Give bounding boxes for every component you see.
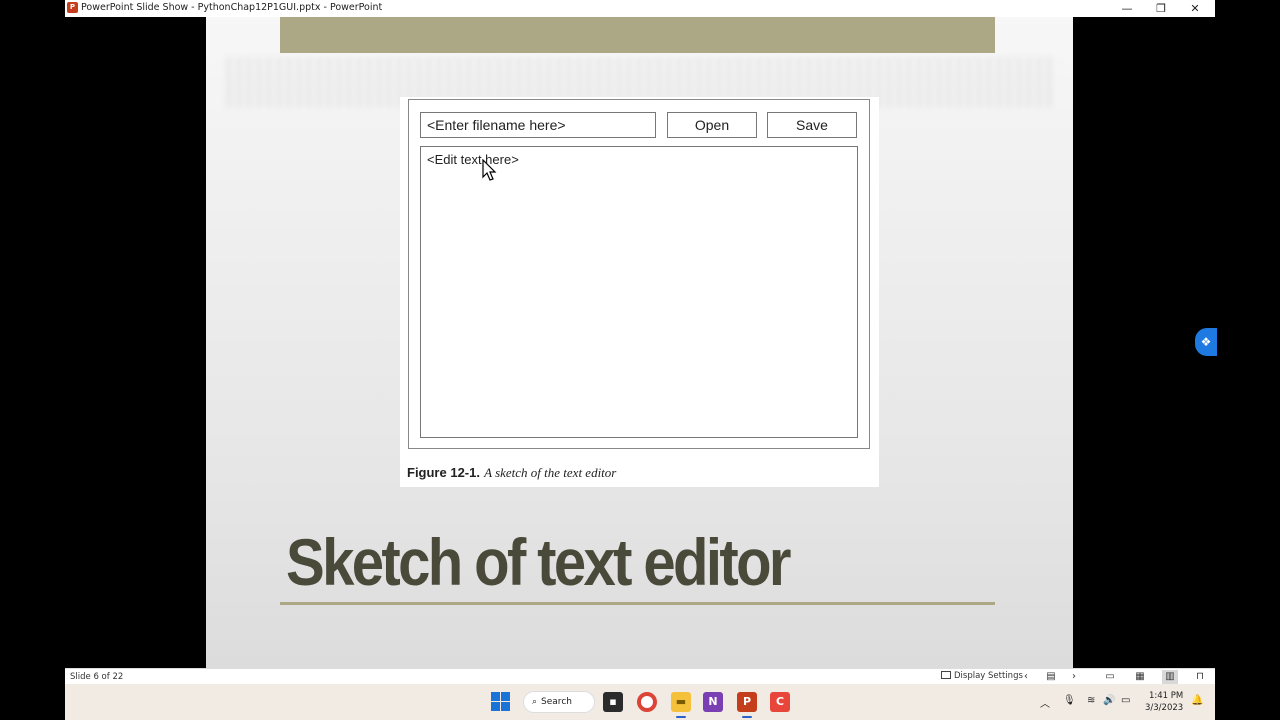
mouse-cursor-icon: [482, 159, 497, 181]
battery-icon[interactable]: ▭: [1121, 695, 1130, 706]
taskbar-search-label: Search: [541, 697, 572, 707]
clock-date: 3/3/2023: [1145, 703, 1184, 713]
camtasia-icon[interactable]: C: [770, 692, 790, 712]
chevron-up-icon[interactable]: ︿: [1040, 695, 1050, 710]
taskbar-clock[interactable]: 1:41 PM 3/3/2023: [1145, 690, 1183, 714]
slideshow-status-bar: Slide 6 of 22 Display Settings ‹ ▤ › ▭ ▦…: [65, 668, 1215, 684]
close-button[interactable]: ✕: [1178, 0, 1212, 17]
reading-view-icon[interactable]: ▥: [1162, 670, 1178, 684]
onenote-icon[interactable]: N: [703, 692, 723, 712]
minimize-button[interactable]: —: [1110, 0, 1144, 17]
chrome-icon[interactable]: [637, 692, 657, 712]
active-indicator: [742, 716, 752, 718]
slide-title: Sketch of text editor: [286, 525, 792, 599]
windows-taskbar: ⌕ Search ▪ ▬ N P C ︿ 🎙 ≋ 🔊 ▭ 1:41 PM 3/3/…: [65, 684, 1215, 720]
figure-caption-text: A sketch of the text editor: [484, 465, 617, 480]
sketch-save-button: Save: [767, 112, 857, 138]
title-underline: [280, 602, 995, 605]
active-indicator: [676, 716, 686, 718]
sketch-open-button: Open: [667, 112, 757, 138]
restore-button[interactable]: ❐: [1144, 0, 1178, 17]
slide-top-band: [280, 17, 995, 53]
sketch-filename-field: <Enter filename here>: [420, 112, 656, 138]
display-settings-label: Display Settings: [954, 671, 1023, 681]
volume-icon[interactable]: 🔊: [1103, 695, 1115, 706]
slide-counter: Slide 6 of 22: [70, 672, 124, 682]
powerpoint-icon[interactable]: P: [737, 692, 757, 712]
window-titlebar: P PowerPoint Slide Show - PythonChap12P1…: [65, 0, 1215, 17]
dropbox-icon[interactable]: ❖: [1195, 328, 1217, 356]
desktop-screen: P PowerPoint Slide Show - PythonChap12P1…: [65, 0, 1217, 720]
monitor-icon: [941, 671, 951, 679]
sketch-text-area: <Edit text here>: [420, 146, 858, 438]
slideshow-icon[interactable]: ⊓: [1192, 670, 1208, 684]
figure-image: <Enter filename here> Open Save <Edit te…: [400, 97, 879, 487]
normal-view-icon[interactable]: ▭: [1102, 670, 1118, 684]
clock-time: 1:41 PM: [1148, 691, 1184, 701]
figure-caption-number: Figure 12-1.: [407, 465, 480, 480]
file-icon[interactable]: ▪: [603, 692, 623, 712]
search-icon: ⌕: [532, 697, 538, 707]
window-title: PowerPoint Slide Show - PythonChap12P1GU…: [81, 2, 383, 13]
sketch-window-frame: <Enter filename here> Open Save <Edit te…: [408, 99, 870, 449]
microphone-icon[interactable]: 🎙: [1063, 695, 1076, 706]
start-icon[interactable]: [491, 692, 511, 712]
figure-caption: Figure 12-1. A sketch of the text editor: [407, 465, 616, 481]
taskbar-search[interactable]: ⌕ Search: [523, 691, 595, 713]
wifi-icon[interactable]: ≋: [1087, 695, 1095, 706]
file-explorer-icon[interactable]: ▬: [671, 692, 691, 712]
powerpoint-app-icon: P: [67, 2, 78, 13]
slide-canvas[interactable]: <Enter filename here> Open Save <Edit te…: [206, 17, 1073, 668]
display-settings-button[interactable]: Display Settings: [941, 671, 1023, 681]
notification-bell-icon[interactable]: 🔔: [1191, 695, 1203, 706]
notes-icon[interactable]: ▤: [1043, 670, 1059, 684]
chevron-right-icon[interactable]: ›: [1066, 670, 1082, 684]
chevron-left-icon[interactable]: ‹: [1018, 670, 1034, 684]
slide-sorter-icon[interactable]: ▦: [1132, 670, 1148, 684]
